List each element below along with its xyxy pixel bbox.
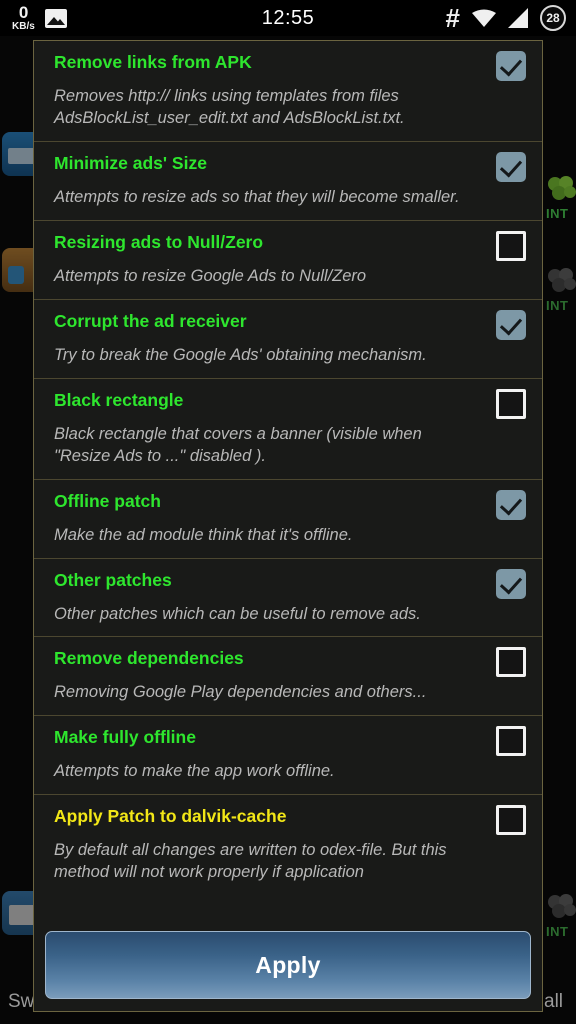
option-header: Minimize ads' Size [54,151,526,182]
option-header: Remove dependencies [54,647,526,678]
bg-badge-label: INT [546,206,569,221]
option-header: Corrupt the ad receiver [54,309,526,340]
phone-screen: INT INT INT Sw all 0 KB/s 12:55 # 28 Rem… [0,0,576,1024]
option-header: Offline patch [54,489,526,520]
options-list[interactable]: Remove links from APK Removes http:// lin… [34,41,542,921]
option-title: Remove links from APK [54,52,252,72]
option-checkbox[interactable] [496,568,526,599]
hash-icon: # [445,3,460,33]
option-checkbox[interactable] [496,51,526,81]
option-description: Black rectangle that covers a banner (vi… [54,424,422,465]
wifi-icon [472,9,496,27]
option-row[interactable]: Corrupt the ad receiver Try to break the … [34,299,542,379]
option-checkbox[interactable] [496,230,526,261]
option-header: Black rectangle [54,388,526,419]
battery-icon: 28 [540,5,566,31]
option-title: Corrupt the ad receiver [54,310,247,331]
option-title: Remove dependencies [54,648,244,669]
option-row[interactable]: Minimize ads' Size Attempts to resize ads… [34,141,542,221]
option-description: Other patches which can be useful to rem… [54,604,421,623]
bg-right-button-text[interactable]: all [544,991,563,1013]
clover-icon [548,176,576,200]
signal-icon [508,8,528,28]
option-row[interactable]: Resizing ads to Null/Zero Attempts to res… [34,220,542,300]
option-header: Apply Patch to dalvik-cache [54,805,526,836]
option-title: Black rectangle [54,389,184,410]
option-description: Try to break the Google Ads' obtaining m… [54,345,427,364]
option-row[interactable]: Offline patch Make the ad module think th… [34,479,542,559]
option-row[interactable]: Other patches Other patches which can be … [34,558,542,638]
option-checkbox[interactable] [496,489,526,520]
option-checkbox[interactable] [496,151,526,182]
option-description: Make the ad module think that it's offli… [54,525,353,544]
option-row[interactable]: Remove dependencies Removing Google Play … [34,637,542,717]
option-row[interactable]: Remove links from APK Removes http:// lin… [34,41,542,142]
option-checkbox[interactable] [496,805,526,836]
option-header: Remove links from APK [54,51,526,81]
clover-icon [548,268,576,292]
option-checkbox[interactable] [496,309,526,340]
option-title: Offline patch [54,490,161,511]
option-row[interactable]: Make fully offline Attempts to make the a… [34,716,542,796]
option-description: Removes http:// links using templates fr… [54,87,405,127]
option-header: Make fully offline [54,726,526,757]
option-checkbox[interactable] [496,388,526,419]
option-title: Other patches [54,569,172,590]
option-title: Apply Patch to dalvik-cache [54,806,287,827]
bg-badge-label: INT [546,924,569,939]
option-row[interactable]: Black rectangle Black rectangle that cove… [34,378,542,480]
bg-badge-label: INT [546,298,569,313]
clover-icon [548,894,576,918]
apply-button[interactable]: Apply [45,931,531,999]
option-description: Attempts to resize Google Ads to Null/Ze… [54,266,367,285]
option-title: Make fully offline [54,727,196,748]
option-description: Attempts to resize ads so that they will… [54,187,460,206]
option-checkbox[interactable] [496,647,526,678]
status-bar-right: # 28 [446,0,566,36]
option-title: Resizing ads to Null/Zero [54,231,264,252]
option-header: Resizing ads to Null/Zero [54,230,526,261]
patch-options-dialog: Remove links from APK Removes http:// lin… [33,40,543,1012]
option-checkbox[interactable] [496,726,526,757]
battery-level: 28 [546,11,560,25]
option-description: Removing Google Play dependencies and ot… [54,683,427,702]
apply-bar: Apply [34,921,542,1011]
status-bar: 0 KB/s 12:55 # 28 [0,0,576,36]
option-title: Minimize ads' Size [54,152,207,173]
option-row[interactable]: Apply Patch to dalvik-cache By default al… [34,795,542,896]
option-description: Attempts to make the app work offline. [54,762,335,781]
bg-left-button-text[interactable]: Sw [8,991,34,1013]
option-header: Other patches [54,568,526,599]
option-description: By default all changes are written to od… [54,841,447,882]
